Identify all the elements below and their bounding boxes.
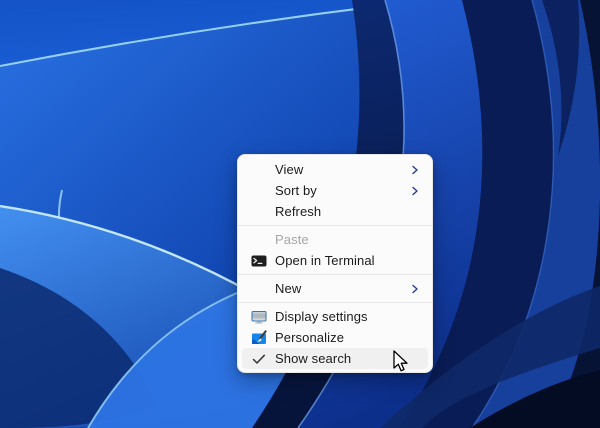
menu-item-paste[interactable]: Paste <box>242 229 428 250</box>
menu-item-refresh[interactable]: Refresh <box>242 201 428 222</box>
menu-separator <box>238 302 432 303</box>
display-icon <box>242 309 275 325</box>
mouse-cursor <box>392 350 412 374</box>
menu-item-label: Sort by <box>275 183 408 198</box>
menu-item-view[interactable]: View <box>242 159 428 180</box>
chevron-right-icon <box>408 284 420 294</box>
desktop-context-menu: View Sort by Refresh Paste <box>237 154 433 373</box>
chevron-right-icon <box>408 186 420 196</box>
menu-item-label: Display settings <box>275 309 408 324</box>
desktop: View Sort by Refresh Paste <box>0 0 600 428</box>
menu-item-label: Personalize <box>275 330 408 345</box>
menu-item-open-in-terminal[interactable]: Open in Terminal <box>242 250 428 271</box>
menu-item-label: Refresh <box>275 204 408 219</box>
menu-item-display-settings[interactable]: Display settings <box>242 306 428 327</box>
personalize-icon <box>242 330 275 346</box>
menu-item-label: Open in Terminal <box>275 253 408 268</box>
menu-separator <box>238 274 432 275</box>
chevron-right-icon <box>408 165 420 175</box>
menu-item-label: Paste <box>275 232 408 247</box>
menu-item-sort-by[interactable]: Sort by <box>242 180 428 201</box>
menu-item-label: New <box>275 281 408 296</box>
menu-item-label: Show search <box>275 351 408 366</box>
menu-item-personalize[interactable]: Personalize <box>242 327 428 348</box>
checkmark-icon <box>242 353 275 365</box>
terminal-icon <box>242 253 275 269</box>
menu-item-new[interactable]: New <box>242 278 428 299</box>
menu-item-label: View <box>275 162 408 177</box>
menu-separator <box>238 225 432 226</box>
